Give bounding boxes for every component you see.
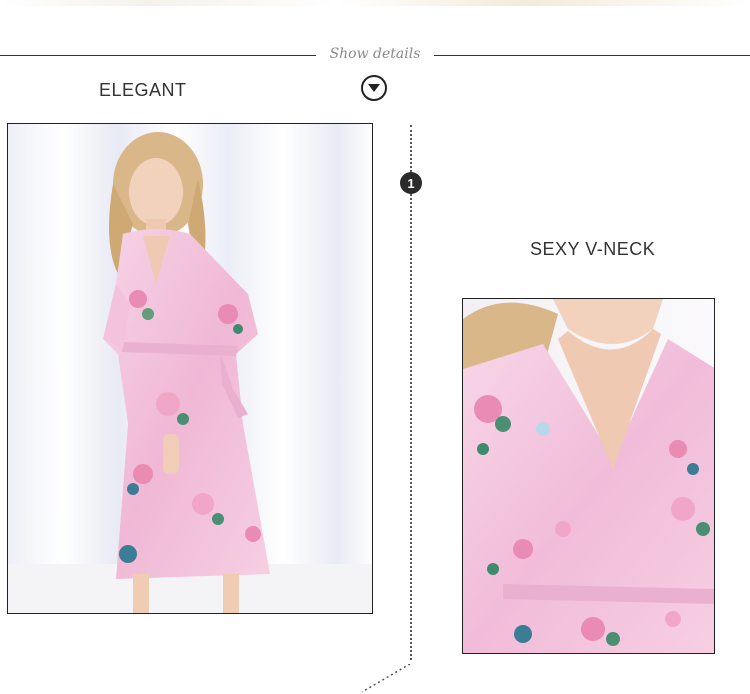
header-rule-left (0, 55, 316, 56)
timeline-dotted-line (410, 125, 412, 660)
top-decorative-strip (0, 0, 750, 6)
header-rule-right (434, 55, 750, 56)
section-label-elegant: ELEGANT (99, 80, 187, 100)
show-details-label: Show details (329, 46, 421, 62)
step-number-badge: 1 (400, 172, 422, 194)
timeline-dotted-connector (361, 664, 411, 693)
product-photo-v-neck-closeup (462, 298, 715, 654)
product-photo-full-robe (7, 123, 373, 614)
show-details-toggle-button[interactable] (361, 75, 387, 101)
section-label-sexy-v-neck: SEXY V-NECK (530, 239, 656, 259)
chevron-down-icon (368, 84, 380, 92)
